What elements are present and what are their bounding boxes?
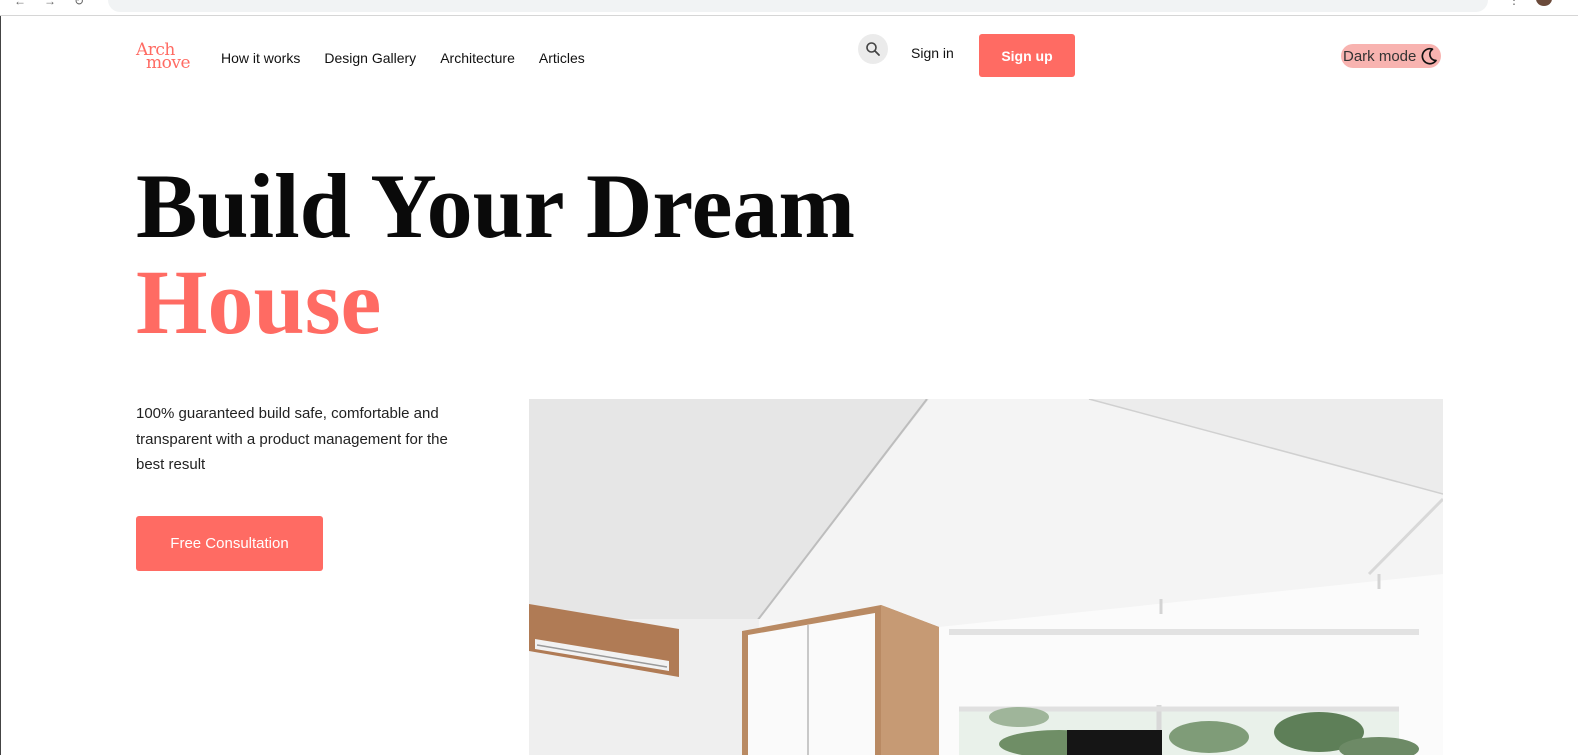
free-consultation-button[interactable]: Free Consultation xyxy=(136,516,323,571)
browser-url-bar[interactable] xyxy=(108,0,1488,12)
main-navigation: How it works Design Gallery Architecture… xyxy=(221,50,609,66)
search-icon xyxy=(866,42,880,56)
dark-mode-toggle[interactable]: Dark mode xyxy=(1341,44,1442,68)
room-illustration xyxy=(529,399,1443,755)
sign-in-link[interactable]: Sign in xyxy=(911,45,954,61)
nav-link-articles[interactable]: Articles xyxy=(539,50,585,66)
nav-link-design-gallery[interactable]: Design Gallery xyxy=(324,50,416,66)
browser-profile-avatar[interactable] xyxy=(1536,0,1552,6)
hero-title-line-1: Build Your Dream xyxy=(136,155,856,257)
hero-description: 100% guaranteed build safe, comfortable … xyxy=(136,405,448,473)
browser-chrome: ←→↻ ⋮ xyxy=(0,0,1578,16)
nav-link-architecture[interactable]: Architecture xyxy=(440,50,515,66)
logo-line-2: move xyxy=(146,53,191,73)
hero-room-image xyxy=(529,399,1443,755)
site-header: Arch move How it works Design Gallery Ar… xyxy=(0,16,1578,96)
hero-title-accent: House xyxy=(136,251,382,353)
browser-nav-arrows-icon[interactable]: ←→↻ xyxy=(14,0,102,8)
hero-title: Build Your Dream House xyxy=(136,158,855,350)
sign-up-button[interactable]: Sign up xyxy=(979,34,1075,77)
browser-menu-icon[interactable]: ⋮ xyxy=(1508,0,1520,7)
brand-logo[interactable]: Arch move xyxy=(136,42,200,73)
moon-icon xyxy=(1421,47,1438,65)
nav-link-how-it-works[interactable]: How it works xyxy=(221,50,300,66)
window-edge xyxy=(0,16,1,755)
dark-mode-label: Dark mode xyxy=(1343,47,1417,65)
search-button[interactable] xyxy=(858,34,888,64)
